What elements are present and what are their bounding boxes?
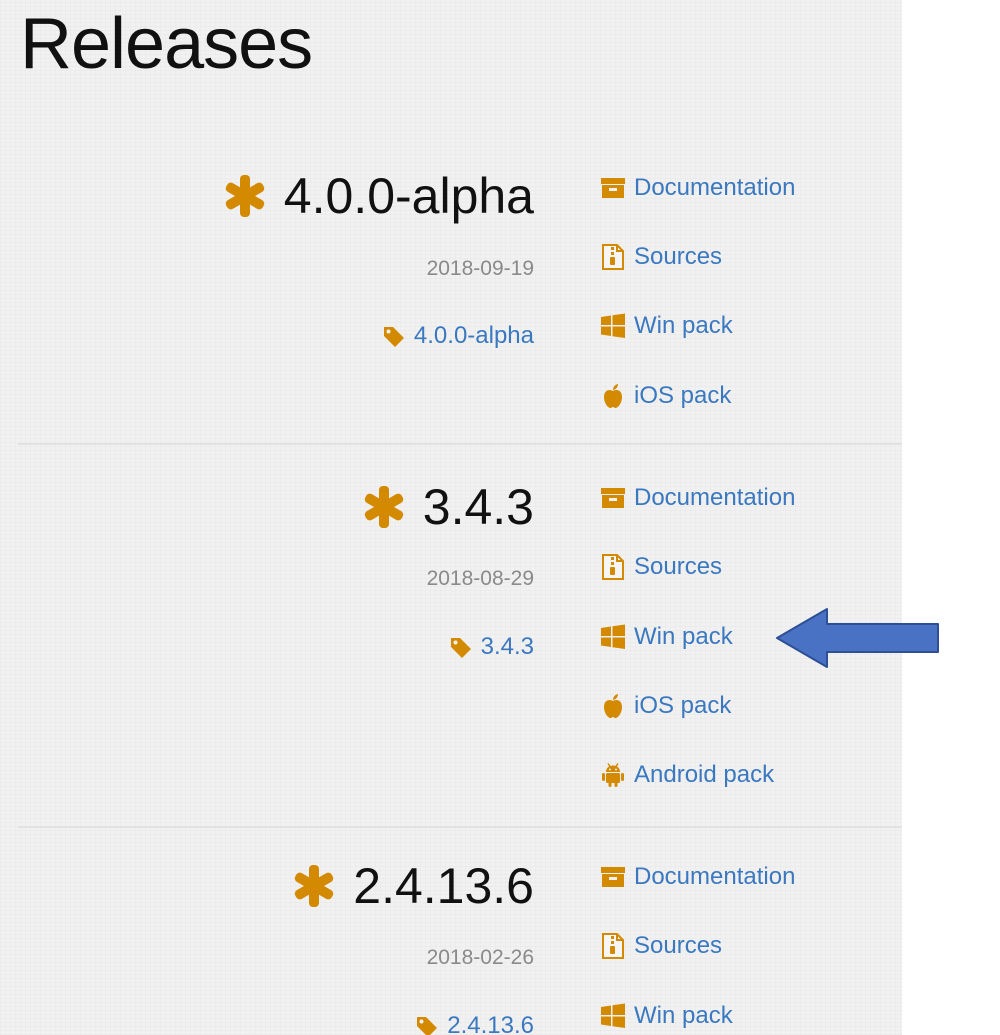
version-heading: 3.4.3 [361,479,534,535]
sources-label: Sources [634,932,723,959]
documentation-label: Documentation [634,863,796,890]
release-divider [18,443,902,445]
tag-label: 3.4.3 [480,633,534,660]
tag-label: 2.4.13.6 [447,1012,534,1035]
archive-icon [601,178,625,198]
release-tag-link[interactable]: 4.0.0-alpha [382,322,534,350]
sources-link[interactable]: Sources [600,243,722,271]
ios-pack-link[interactable]: iOS pack [600,692,731,720]
release-divider [18,826,902,828]
sources-link[interactable]: Sources [600,553,722,581]
release-date: 2018-09-19 [426,257,534,280]
documentation-label: Documentation [634,484,796,511]
version-heading: 2.4.13.6 [291,858,534,914]
sources-label: Sources [634,553,723,580]
sources-label: Sources [634,243,723,270]
tag-icon [450,638,471,658]
asterisk-icon [225,175,265,217]
release-tag-link[interactable]: 2.4.13.6 [415,1012,534,1035]
releases-page: Releases 4.0.0-alpha 2018-09-19 4.0.0-al… [0,0,902,1035]
win-pack-label: Win pack [634,1002,733,1029]
release-date: 2018-08-29 [426,567,534,590]
windows-icon [601,624,625,649]
version-number: 4.0.0-alpha [283,168,534,224]
ios-pack-label: iOS pack [634,382,732,409]
win-pack-link[interactable]: Win pack [600,1002,733,1030]
win-pack-link[interactable]: Win pack [600,312,733,340]
tag-icon [383,327,404,347]
documentation-label: Documentation [634,174,796,201]
win-pack-label: Win pack [634,623,733,650]
asterisk-icon [364,486,404,528]
documentation-link[interactable]: Documentation [600,174,795,202]
version-heading: 4.0.0-alpha [222,168,534,224]
windows-icon [601,1003,625,1028]
apple-icon [604,384,622,408]
release-date: 2018-02-26 [426,946,534,969]
win-pack-link[interactable]: Win pack [600,623,733,651]
windows-icon [601,313,625,338]
archive-icon [601,488,625,508]
documentation-link[interactable]: Documentation [600,484,795,512]
page-title: Releases [20,4,313,84]
sources-link[interactable]: Sources [600,932,722,960]
version-number: 2.4.13.6 [353,858,534,914]
tag-icon [417,1017,438,1035]
ios-pack-label: iOS pack [634,692,732,719]
android-pack-link[interactable]: Android pack [600,761,774,789]
archive-icon [601,867,625,887]
zip-file-icon [602,244,624,270]
release-tag-link[interactable]: 3.4.3 [449,633,534,661]
zip-file-icon [602,933,624,959]
callout-arrow-icon [776,608,939,668]
apple-icon [604,694,622,718]
version-number: 3.4.3 [422,479,534,535]
android-pack-label: Android pack [634,761,775,788]
documentation-link[interactable]: Documentation [600,863,795,891]
zip-file-icon [602,554,624,580]
asterisk-icon [295,865,334,907]
ios-pack-link[interactable]: iOS pack [600,382,731,410]
android-icon [602,763,624,787]
win-pack-label: Win pack [634,312,733,339]
tag-label: 4.0.0-alpha [413,322,534,349]
